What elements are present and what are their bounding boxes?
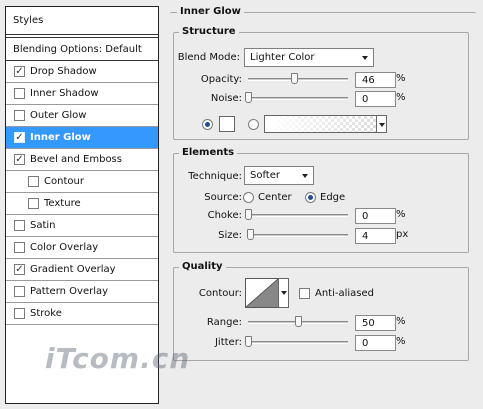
blending-options-item[interactable]: Blending Options: Default <box>6 37 158 61</box>
style-checkbox[interactable]: ✓ <box>14 132 25 143</box>
choke-slider-thumb[interactable] <box>245 209 252 220</box>
watermark-logo: iTcom.cn <box>45 342 191 375</box>
jitter-input[interactable]: 0 <box>355 335 396 351</box>
structure-title: Structure <box>179 26 239 37</box>
style-item-stroke[interactable]: Stroke <box>6 303 158 325</box>
opacity-unit: % <box>396 73 406 84</box>
noise-unit: % <box>396 92 406 103</box>
source-edge-label[interactable]: Edge <box>320 192 345 203</box>
style-item-label: Outer Glow <box>30 110 87 121</box>
choke-unit: % <box>396 209 406 220</box>
style-checkbox[interactable] <box>28 198 39 209</box>
style-item-label: Pattern Overlay <box>30 286 109 297</box>
chevron-down-icon <box>362 56 368 60</box>
quality-title: Quality <box>179 261 226 272</box>
jitter-unit: % <box>396 336 406 347</box>
noise-slider-thumb[interactable] <box>245 92 252 103</box>
blend-mode-value: Lighter Color <box>250 52 315 63</box>
style-checkbox[interactable] <box>14 110 25 121</box>
style-item-satin[interactable]: Satin <box>6 215 158 237</box>
noise-label: Noise: <box>210 93 242 104</box>
inner-glow-settings: Inner Glow Structure Blend Mode: Lighter… <box>166 6 478 404</box>
range-label: Range: <box>206 317 242 328</box>
style-checkbox[interactable]: ✓ <box>14 66 25 77</box>
contour-picker[interactable] <box>245 278 279 308</box>
contour-dropdown-button[interactable] <box>278 278 289 308</box>
style-checkbox[interactable] <box>14 308 25 319</box>
style-item-inner-glow[interactable]: ✓ Inner Glow <box>6 127 158 149</box>
style-checkbox[interactable] <box>14 88 25 99</box>
style-item-pattern-overlay[interactable]: Pattern Overlay <box>6 281 158 303</box>
style-checkbox[interactable] <box>14 242 25 253</box>
opacity-input[interactable]: 46 <box>355 72 396 88</box>
style-item-outer-glow[interactable]: Outer Glow <box>6 105 158 127</box>
style-item-label: Contour <box>44 176 84 187</box>
style-item-bevel-and-emboss[interactable]: ✓ Bevel and Emboss <box>6 149 158 171</box>
solid-color-radio[interactable] <box>202 119 213 130</box>
style-checkbox[interactable] <box>14 286 25 297</box>
style-item-inner-shadow[interactable]: Inner Shadow <box>6 83 158 105</box>
style-item-label: Color Overlay <box>30 242 99 253</box>
inner-glow-title: Inner Glow <box>177 6 244 17</box>
size-slider[interactable] <box>248 234 348 237</box>
noise-slider[interactable] <box>248 97 348 100</box>
anti-aliased-checkbox[interactable] <box>299 288 310 299</box>
source-center-label[interactable]: Center <box>258 192 292 203</box>
style-item-label: Gradient Overlay <box>30 264 116 275</box>
noise-input[interactable]: 0 <box>355 91 396 107</box>
style-item-label: Inner Glow <box>30 132 91 143</box>
technique-dropdown[interactable]: Softer <box>244 166 314 185</box>
contour-label: Contour: <box>198 288 242 299</box>
style-checkbox[interactable] <box>28 176 39 187</box>
style-item-label: Inner Shadow <box>30 88 99 99</box>
choke-label: Choke: <box>207 210 242 221</box>
chevron-down-icon <box>379 123 385 127</box>
size-unit: px <box>396 229 409 240</box>
contour-curve-icon <box>246 279 278 307</box>
opacity-slider[interactable] <box>248 78 348 81</box>
style-item-drop-shadow[interactable]: ✓ Drop Shadow <box>6 61 158 83</box>
style-item-label: Stroke <box>30 308 62 319</box>
style-checkbox[interactable]: ✓ <box>14 154 25 165</box>
blend-mode-dropdown[interactable]: Lighter Color <box>244 48 374 67</box>
opacity-slider-thumb[interactable] <box>291 73 298 84</box>
style-checkbox[interactable]: ✓ <box>14 264 25 275</box>
style-item-label: Satin <box>30 220 56 231</box>
style-item-label: Bevel and Emboss <box>30 154 122 165</box>
chevron-down-icon <box>302 174 308 178</box>
style-checkbox[interactable] <box>14 220 25 231</box>
glow-gradient-picker[interactable] <box>264 115 377 133</box>
range-slider-thumb[interactable] <box>295 316 302 327</box>
source-edge-radio[interactable] <box>305 192 316 203</box>
gradient-dropdown-button[interactable] <box>376 115 387 133</box>
style-item-gradient-overlay[interactable]: ✓ Gradient Overlay <box>6 259 158 281</box>
size-slider-thumb[interactable] <box>246 229 254 240</box>
size-label: Size: <box>218 230 242 241</box>
style-item-texture[interactable]: Texture <box>6 193 158 215</box>
style-item-contour[interactable]: Contour <box>6 171 158 193</box>
technique-label: Technique: <box>188 171 242 182</box>
choke-slider[interactable] <box>248 214 348 217</box>
gradient-radio[interactable] <box>248 119 259 130</box>
chevron-down-icon <box>281 291 287 295</box>
glow-color-swatch[interactable] <box>219 116 235 132</box>
technique-value: Softer <box>250 170 280 181</box>
style-item-color-overlay[interactable]: Color Overlay <box>6 237 158 259</box>
range-input[interactable]: 50 <box>355 315 396 331</box>
style-item-label: Texture <box>44 198 81 209</box>
size-input[interactable]: 4 <box>355 228 396 244</box>
choke-input[interactable]: 0 <box>355 208 396 224</box>
range-unit: % <box>396 316 406 327</box>
jitter-slider-thumb[interactable] <box>245 336 252 347</box>
source-label: Source: <box>204 192 242 203</box>
style-item-label: Drop Shadow <box>30 66 97 77</box>
jitter-slider[interactable] <box>248 341 348 344</box>
anti-aliased-label[interactable]: Anti-aliased <box>315 288 374 299</box>
opacity-label: Opacity: <box>200 74 242 85</box>
blend-mode-label: Blend Mode: <box>177 52 240 63</box>
elements-title: Elements <box>179 147 238 158</box>
styles-header[interactable]: Styles <box>6 7 158 35</box>
source-center-radio[interactable] <box>243 192 254 203</box>
